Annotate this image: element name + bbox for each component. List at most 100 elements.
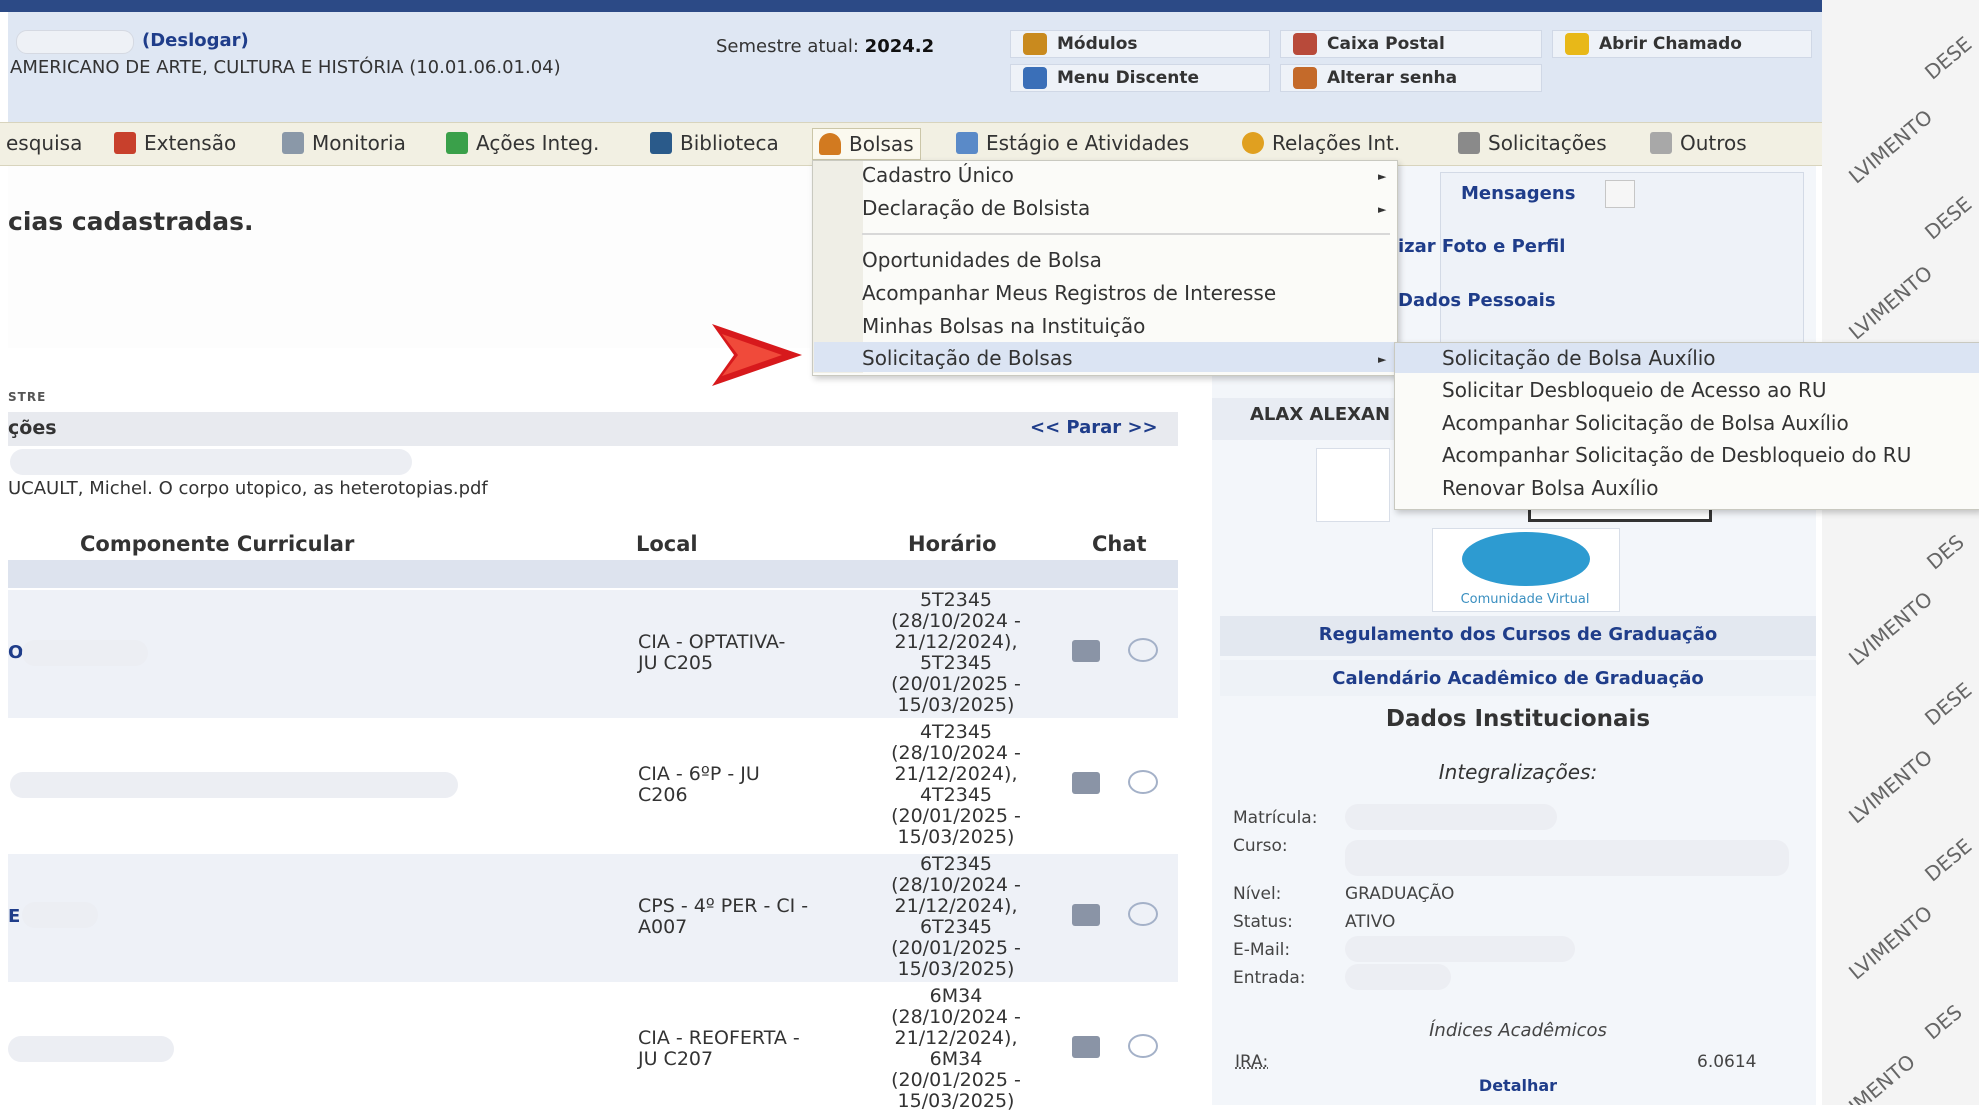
cell-horario: 5T2345 (28/10/2024 -21/12/2024), 5T2345 (20… (856, 590, 1056, 716)
watermark-text: LVIMENTO (1844, 900, 1938, 985)
megaphone-icon[interactable] (1072, 772, 1100, 794)
help-icon[interactable] (1316, 448, 1390, 522)
mailbox-button[interactable]: Caixa Postal (1280, 30, 1542, 58)
watermark-text: DES (1922, 529, 1969, 575)
menu-item-oportunidades[interactable]: Oportunidades de Bolsa (862, 248, 1102, 272)
blurred-curso (1345, 840, 1789, 876)
horario-line: 15/03/2025) (897, 958, 1015, 980)
horario-line: (20/01/2025 - (891, 1069, 1021, 1091)
menu-monitoria[interactable]: Monitoria (276, 128, 412, 158)
menu-pesquisa-label: esquisa (6, 131, 83, 155)
horario-line: 6M34 (929, 1048, 983, 1070)
label-entrada: Entrada: (1233, 968, 1306, 988)
label-email: E-Mail: (1233, 940, 1291, 960)
menu-estagio-label: Estágio e Atividades (986, 131, 1190, 155)
watermark-text: LVIMENTO (1844, 586, 1938, 671)
value-status: ATIVO (1345, 912, 1396, 932)
update-photo-link[interactable]: izar Foto e Perfil (1398, 236, 1565, 257)
chat-icon[interactable] (1128, 638, 1158, 662)
chat-icon[interactable] (1128, 902, 1158, 926)
submenu-renovar-auxilio[interactable]: Renovar Bolsa Auxílio (1442, 476, 1659, 500)
student-menu-button[interactable]: Menu Discente (1010, 64, 1270, 92)
menu-estagio[interactable]: Estágio e Atividades (950, 128, 1195, 158)
submenu-arrow-icon: ► (1378, 203, 1387, 216)
menu-monitoria-label: Monitoria (312, 131, 406, 155)
personal-data-link[interactable]: Dados Pessoais (1398, 290, 1556, 311)
stop-scroll-link[interactable]: << Parar >> (1030, 417, 1158, 438)
extension-icon (114, 132, 136, 154)
horario-line: (28/10/2024 - (891, 610, 1021, 632)
red-arrow-icon (712, 324, 802, 386)
horario-line: 5T2345 (919, 652, 993, 674)
menu-relacoes-int[interactable]: Relações Int. (1236, 128, 1406, 158)
open-ticket-button[interactable]: Abrir Chamado (1552, 30, 1812, 58)
submenu-acompanhar-desbloqueio[interactable]: Acompanhar Solicitação de Desbloqueio do… (1442, 443, 1911, 467)
menu-item-solicitacao-bolsas[interactable]: Solicitação de Bolsas (862, 346, 1073, 370)
local-line: CIA - 6ºP - JU (638, 763, 760, 785)
watermark-text: DESE (1920, 191, 1977, 245)
watermark-text: LVIMENTO (1844, 104, 1938, 189)
menu-item-minhas-bolsas[interactable]: Minhas Bolsas na Instituição (862, 314, 1145, 338)
watermark-text: DESE (1920, 31, 1977, 85)
megaphone-icon[interactable] (1072, 1036, 1100, 1058)
menu-outros-label: Outros (1680, 131, 1747, 155)
section-label: STRE (8, 390, 47, 404)
dropdown-separator (862, 233, 1390, 235)
submenu-bolsa-auxilio[interactable]: Solicitação de Bolsa Auxílio (1442, 346, 1716, 370)
list-title: ções (8, 417, 57, 439)
blurred-matricula (1345, 804, 1557, 830)
chat-icon[interactable] (1128, 770, 1158, 794)
menu-item-cadastro-unico[interactable]: Cadastro Único (862, 163, 1014, 187)
details-link[interactable]: Detalhar (1220, 1076, 1816, 1095)
menu-item-registros-interesse[interactable]: Acompanhar Meus Registros de Interesse (862, 281, 1276, 305)
modules-button[interactable]: Módulos (1010, 30, 1270, 58)
menu-outros[interactable]: Outros (1644, 128, 1753, 158)
user-name-blurred (16, 30, 134, 54)
mailbox-icon (1293, 33, 1317, 55)
menu-relacoes-int-label: Relações Int. (1272, 131, 1401, 155)
menu-extensao[interactable]: Extensão (108, 128, 242, 158)
current-semester: Semestre atual: 2024.2 (716, 36, 934, 57)
menu-bolsas[interactable]: Bolsas (812, 128, 921, 160)
calendar-link[interactable]: Calendário Acadêmico de Graduação (1220, 668, 1816, 689)
institutional-data-title: Dados Institucionais (1385, 706, 1651, 732)
messages-link[interactable]: Mensagens (1461, 183, 1575, 204)
submenu-desbloqueio-ru[interactable]: Solicitar Desbloqueio de Acesso ao RU (1442, 378, 1827, 402)
menu-item-declaracao-bolsista[interactable]: Declaração de Bolsista (862, 196, 1090, 220)
unit-name: AMERICANO DE ARTE, CULTURA E HISTÓRIA (1… (10, 57, 561, 78)
submenu-acompanhar-auxilio[interactable]: Acompanhar Solicitação de Bolsa Auxílio (1442, 411, 1849, 435)
menu-acoes-integ[interactable]: Ações Integ. (440, 128, 605, 158)
menu-solicitacoes[interactable]: Solicitações (1452, 128, 1613, 158)
menu-pesquisa[interactable]: esquisa (0, 128, 88, 158)
monitor-icon (282, 132, 304, 154)
horario-line: (20/01/2025 - (891, 937, 1021, 959)
horario-line: (20/01/2025 - (891, 673, 1021, 695)
menu-acoes-integ-label: Ações Integ. (476, 131, 600, 155)
menu-biblioteca[interactable]: Biblioteca (644, 128, 785, 158)
local-line: CPS - 4º PER - CI - (638, 895, 809, 917)
col-componente: Componente Curricular (80, 532, 355, 556)
logout-link[interactable]: (Deslogar) (142, 30, 249, 51)
blurred-component (22, 640, 148, 666)
file-link[interactable]: UCAULT, Michel. O corpo utopico, as hete… (8, 478, 488, 499)
student-menu-label: Menu Discente (1057, 68, 1199, 88)
chat-icon[interactable] (1128, 1034, 1158, 1058)
local-line: JU C205 (638, 652, 714, 674)
label-matricula: Matrícula: (1233, 808, 1318, 828)
ira-value: 6.0614 (1697, 1052, 1757, 1072)
submenu-arrow-icon: ► (1378, 353, 1387, 366)
regulations-link[interactable]: Regulamento dos Cursos de Graduação (1220, 624, 1816, 645)
horario-line: 15/03/2025) (897, 826, 1015, 848)
watermark-strip: DESE LVIMENTO DESE LVIMENTO DES LVIMENTO… (1822, 0, 1979, 1105)
horario-line: (20/01/2025 - (891, 805, 1021, 827)
blurred-text (10, 449, 412, 475)
watermark-text: DES (1920, 999, 1967, 1045)
megaphone-icon[interactable] (1072, 640, 1100, 662)
change-password-button[interactable]: Alterar senha (1280, 64, 1542, 92)
top-strip (0, 0, 1822, 12)
megaphone-icon[interactable] (1072, 904, 1100, 926)
watermark-text: IMENTO (1844, 1049, 1920, 1105)
submenu-arrow-icon: ► (1378, 170, 1387, 183)
change-password-label: Alterar senha (1327, 68, 1458, 88)
integrated-actions-icon (446, 132, 468, 154)
